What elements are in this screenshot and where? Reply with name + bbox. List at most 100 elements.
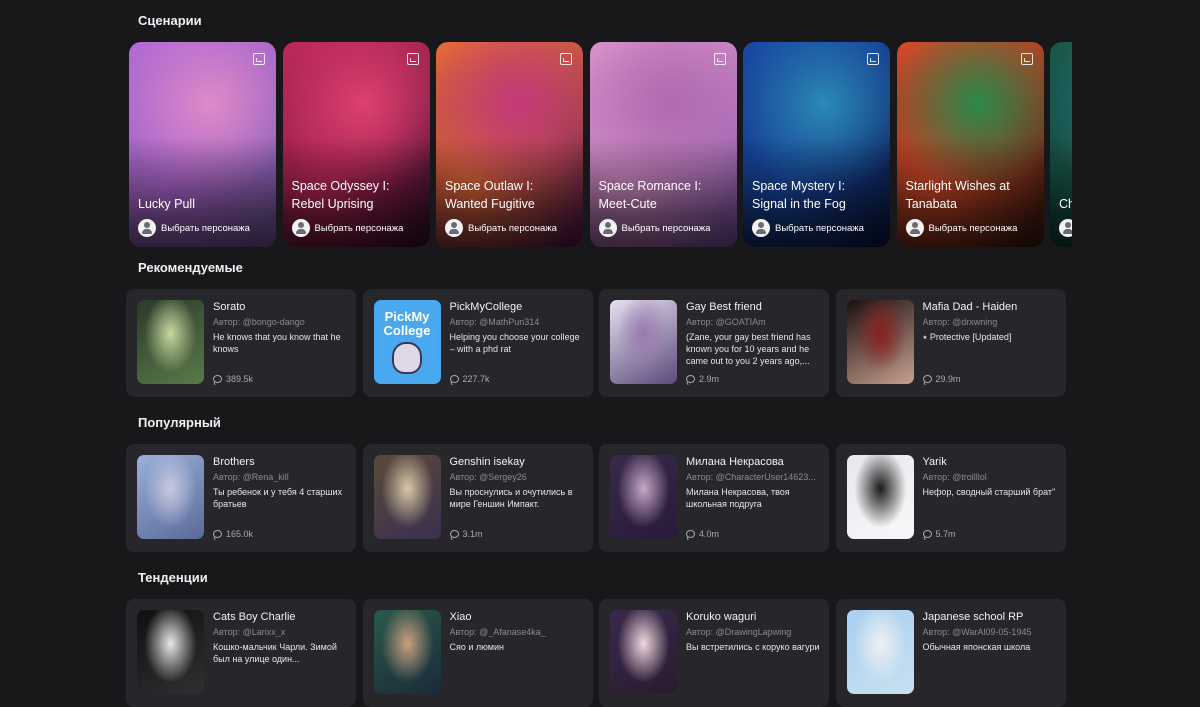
pick-character-label: Выбрать персонажа xyxy=(161,222,250,234)
pick-character-button[interactable]: Выбрать персонажа xyxy=(905,218,1017,238)
chat-bubble-icon xyxy=(922,375,932,383)
scenario-card[interactable]: Space Romance I: Meet-Cute Выбрать персон… xyxy=(589,42,737,247)
character-author: Автор: @Rena_kill xyxy=(213,472,289,482)
character-name: PickMyCollege xyxy=(449,301,523,313)
section-title-scenarios: Сценарии xyxy=(138,13,202,28)
character-avatar xyxy=(846,455,914,539)
user-avatar-icon xyxy=(598,219,617,237)
character-name: Sorato xyxy=(213,301,246,313)
character-name: Милана Некрасова xyxy=(686,456,784,468)
chat-count-value: 5.7m xyxy=(935,529,956,539)
scenario-title: Starlight Wishes at Tanabata xyxy=(905,179,1010,211)
chat-count: 29.9m xyxy=(922,374,961,384)
pick-character-button[interactable]: Выбрать персонажа xyxy=(1059,218,1072,238)
character-name: Japanese school RP xyxy=(922,611,1024,623)
chat-bubble-icon xyxy=(449,530,459,538)
section-title-popular: Популярный xyxy=(138,415,221,430)
user-avatar-icon xyxy=(1059,219,1072,237)
character-author: Автор: @DrawingLapwing xyxy=(686,627,792,637)
scenario-image-icon xyxy=(713,53,726,65)
chat-bubble-icon xyxy=(922,530,932,538)
character-name: Yarik xyxy=(922,456,947,468)
character-description: Вы проснулись и очутились в мире Геншин … xyxy=(449,487,573,509)
chat-count-value: 2.9m xyxy=(699,374,720,384)
character-avatar xyxy=(610,610,677,694)
scenario-card[interactable]: Space Outlaw I: Wanted Fugitive Выбрать п… xyxy=(436,42,583,247)
character-author: Автор: @bongo-dango xyxy=(213,317,305,327)
character-description: Вы встретились с коруко вагури xyxy=(686,642,820,652)
character-card[interactable]: Japanese school RP Автор: @WarAl09-05-194… xyxy=(835,599,1066,707)
scenario-title: Ch M xyxy=(1059,197,1072,211)
scenario-card[interactable]: Space Mystery I: Signal in the Fog Выбрат… xyxy=(743,42,890,247)
scenario-image-icon xyxy=(867,53,879,65)
scenario-image-icon xyxy=(1020,53,1033,65)
character-author: Автор: @WarAl09-05-1945 xyxy=(922,627,1032,637)
character-avatar xyxy=(137,455,204,539)
pick-character-button[interactable]: Выбрать персонажа xyxy=(598,218,710,238)
character-avatar xyxy=(137,610,204,694)
section-title-trending: Тенденции xyxy=(138,570,208,585)
main-content: Сценарии Lucky Pull Выбрать персонажа Spac… xyxy=(126,0,1076,707)
character-card[interactable]: Gay Best friend Автор: @GOATIAm (Zane, you… xyxy=(599,289,829,397)
user-avatar-icon xyxy=(905,219,924,237)
scenario-card[interactable]: Ch M Выбрать персонажа xyxy=(1050,42,1072,247)
character-avatar xyxy=(373,455,441,539)
scenario-image-icon xyxy=(560,53,572,65)
pick-character-button[interactable]: Выбрать персонажа xyxy=(752,218,864,238)
chat-count-value: 227.7k xyxy=(462,374,490,384)
character-description: Милана Некрасова, твоя школьная подруга xyxy=(686,487,790,509)
chat-bubble-icon xyxy=(686,375,695,383)
character-description: Нефор, сводный старший брат" xyxy=(922,487,1056,497)
character-card[interactable]: Koruko waguri Автор: @DrawingLapwing Вы вс… xyxy=(599,599,829,707)
character-card[interactable]: Genshin isekay Автор: @Sergey26 Вы проснул… xyxy=(362,444,593,552)
character-description: Сяо и люмин xyxy=(449,642,505,652)
character-card[interactable]: Cats Boy Charlie Автор: @Larixx_x Кошко-ма… xyxy=(126,599,356,707)
character-avatar xyxy=(846,300,914,384)
character-author: Автор: @_Afanase4ka_ xyxy=(449,627,546,637)
user-avatar-icon xyxy=(752,219,770,237)
chat-count-value: 389.5k xyxy=(226,374,254,384)
chat-count: 389.5k xyxy=(213,374,253,384)
pick-character-button[interactable]: Выбрать персонажа xyxy=(138,218,250,238)
chat-bubble-icon xyxy=(213,375,222,383)
character-card[interactable]: Mafia Dad - Haiden Автор: @drxwning ⭑ Prot… xyxy=(835,289,1066,397)
scenario-title: Space Romance I: Meet-Cute xyxy=(598,179,702,211)
chat-count-value: 165.0k xyxy=(226,529,254,539)
character-description: Helping you choose your college – with a… xyxy=(449,332,580,354)
character-avatar xyxy=(373,610,441,694)
scenario-card[interactable]: Starlight Wishes at Tanabata Выбрать перс… xyxy=(896,42,1044,247)
character-name: Cats Boy Charlie xyxy=(213,611,296,623)
scenario-card[interactable]: Space Odyssey I: Rebel Uprising Выбрать п… xyxy=(282,42,430,247)
chat-count-value: 4.0m xyxy=(699,529,720,539)
character-card[interactable]: Xiao Автор: @_Afanase4ka_ Сяо и люмин xyxy=(362,599,593,707)
pick-character-label: Выбрать персонажа xyxy=(314,222,404,234)
character-description: Обычная японская школа xyxy=(922,642,1031,652)
chat-count: 4.0m xyxy=(686,529,719,539)
character-card[interactable]: Brothers Автор: @Rena_kill Ты ребенок и у … xyxy=(126,444,356,552)
scenario-title: Space Outlaw I: Wanted Fugitive xyxy=(445,179,535,211)
character-card[interactable]: Sorato Автор: @bongo-dango He knows that y… xyxy=(126,289,356,397)
pick-character-button[interactable]: Выбрать персонажа xyxy=(445,218,557,238)
scenarios-carousel[interactable]: Lucky Pull Выбрать персонажа Space Odyssey… xyxy=(129,42,1072,247)
chat-count-value: 3.1m xyxy=(462,529,483,539)
character-description: (Zane, your gay best friend has known yo… xyxy=(686,332,811,366)
character-author: Автор: @trollllol xyxy=(922,472,987,482)
pick-character-button[interactable]: Выбрать персонажа xyxy=(291,218,404,238)
character-card[interactable]: Милана Некрасова Автор: @CharacterUser146… xyxy=(599,444,829,552)
character-avatar: PickMy College xyxy=(373,300,441,384)
character-author: Автор: @drxwning xyxy=(922,317,998,327)
character-avatar xyxy=(610,455,677,539)
chat-bubble-icon xyxy=(213,530,222,538)
character-author: Автор: @Sergey26 xyxy=(449,472,527,482)
chat-bubble-icon xyxy=(449,375,459,383)
character-name: Gay Best friend xyxy=(686,301,762,313)
scenario-card[interactable]: Lucky Pull Выбрать персонажа xyxy=(129,42,276,247)
character-card[interactable]: PickMy College PickMyCollege Автор: @MathP… xyxy=(362,289,593,397)
character-author: Автор: @GOATIAm xyxy=(686,317,766,327)
user-avatar-icon xyxy=(138,219,156,237)
user-avatar-icon xyxy=(291,219,310,237)
pick-character-label: Выбрать персонажа xyxy=(775,222,864,234)
character-name: Koruko waguri xyxy=(686,611,757,623)
character-avatar xyxy=(137,300,204,384)
character-card[interactable]: Yarik Автор: @trollllol Нефор, сводный ста… xyxy=(835,444,1066,552)
